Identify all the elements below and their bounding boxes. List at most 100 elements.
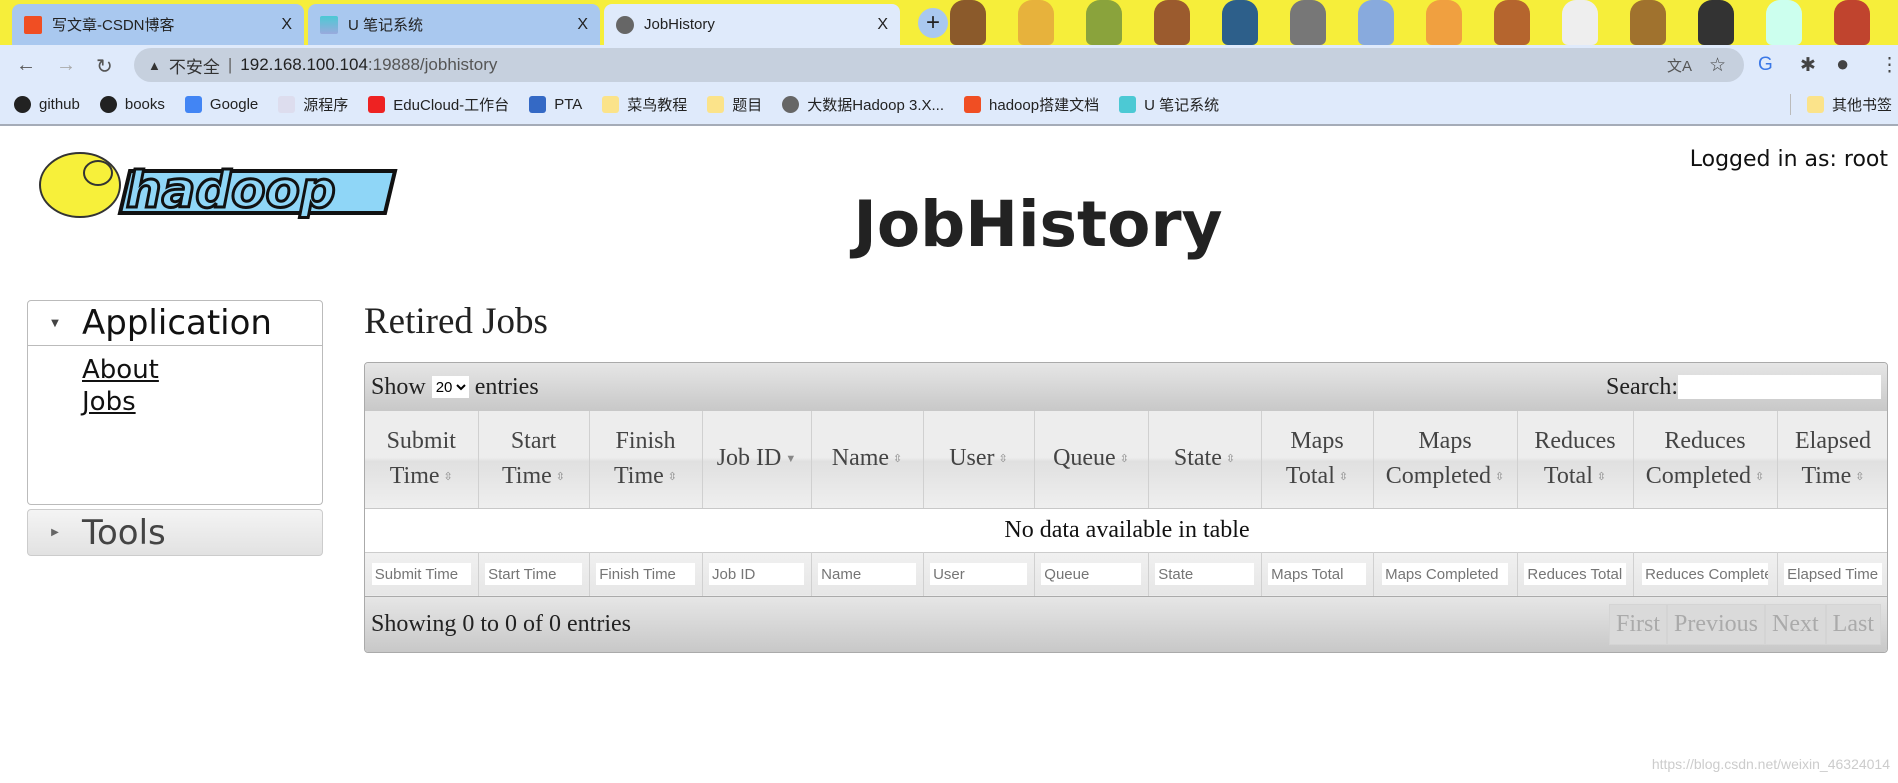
page-title: JobHistory: [853, 188, 1223, 261]
extensions-icon[interactable]: ✱: [1800, 54, 1816, 77]
filter-cell: [811, 551, 924, 596]
csdn-icon: [964, 96, 982, 113]
menu-icon[interactable]: ⋮: [1880, 54, 1898, 77]
triangle-down-icon: ▼: [51, 317, 59, 329]
bookmark-item[interactable]: books: [99, 96, 165, 113]
column-filter-input[interactable]: [708, 563, 805, 586]
bookmark-item[interactable]: 大数据Hadoop 3.X...: [782, 94, 944, 115]
google-icon: [184, 96, 202, 113]
profile-icon[interactable]: ●: [1836, 51, 1849, 77]
bookmarks-bar: github books Google 源程序 EduCloud-工作台 PTA 菜鸟教程 题…: [0, 85, 1898, 126]
column-filter-input[interactable]: [1642, 563, 1768, 586]
new-tab-button[interactable]: +: [918, 8, 948, 38]
address-bar-row: ← → ↻ ▲ 不安全 | 192.168.100.104 :19888/job…: [0, 45, 1898, 85]
sort-icon: ⇳: [1225, 453, 1236, 466]
column-filter-input[interactable]: [485, 563, 582, 586]
column-filter-input[interactable]: [596, 563, 695, 586]
bookmark-item[interactable]: 题目: [707, 94, 762, 115]
column-header[interactable]: Maps Completed ⇳: [1373, 411, 1518, 509]
column-label: Job ID: [716, 445, 782, 472]
sort-icon: ⇳: [443, 470, 453, 483]
column-header[interactable]: Finish Time ⇳: [589, 411, 703, 509]
column-filter-input[interactable]: [1382, 563, 1508, 586]
filter-cell: [1261, 551, 1374, 596]
sort-icon: ⇳: [1495, 470, 1505, 483]
theme-character: [1426, 0, 1462, 45]
bookmark-item[interactable]: Google: [184, 96, 258, 113]
column-filter-input[interactable]: [1268, 563, 1366, 586]
forward-icon[interactable]: →: [56, 54, 76, 77]
back-icon[interactable]: ←: [16, 54, 36, 77]
sort-icon: ⇳: [998, 453, 1008, 466]
column-filter-input[interactable]: [371, 563, 471, 586]
theme-character: [1834, 0, 1870, 45]
bookmark-item[interactable]: EduCloud-工作台: [368, 94, 509, 115]
pager-next-button[interactable]: Next: [1765, 604, 1826, 645]
accordion-tools[interactable]: ▶ Tools: [27, 509, 323, 556]
pagination: First Previous Next Last: [1609, 604, 1881, 645]
tab-jobhistory[interactable]: JobHistory X: [604, 4, 900, 45]
column-filter-input[interactable]: [1041, 563, 1141, 586]
theme-character: [1698, 0, 1734, 45]
theme-character: [950, 0, 986, 45]
column-header[interactable]: Elapsed Time ⇳: [1777, 411, 1887, 509]
url-field[interactable]: ▲ 不安全 | 192.168.100.104 :19888/jobhistor…: [134, 48, 1744, 82]
column-header[interactable]: Job ID ▼: [702, 411, 812, 509]
bookmark-item[interactable]: PTA: [529, 96, 582, 113]
column-header[interactable]: Maps Total ⇳: [1261, 411, 1374, 509]
theme-character: [1766, 0, 1802, 45]
page-size-select[interactable]: 20: [431, 376, 469, 398]
column-header[interactable]: Submit Time ⇳: [365, 411, 479, 509]
bookmark-item[interactable]: 菜鸟教程: [602, 94, 687, 115]
column-label: Start Time: [501, 427, 557, 489]
column-header[interactable]: Name ⇳: [811, 411, 924, 509]
column-header[interactable]: User ⇳: [923, 411, 1035, 509]
bookmark-item[interactable]: 源程序: [278, 94, 348, 115]
bookmark-item[interactable]: hadoop搭建文档: [964, 94, 1099, 115]
bookmark-item[interactable]: github: [14, 96, 80, 113]
jobs-table-wrapper: Show 20 entries Search: Submit Time ⇳ Star…: [364, 362, 1888, 653]
pager-last-button[interactable]: Last: [1825, 604, 1881, 645]
pager-previous-button[interactable]: Previous: [1667, 604, 1766, 645]
column-filter-input[interactable]: [1524, 563, 1626, 586]
pager-first-button[interactable]: First: [1609, 604, 1668, 645]
google-translate-extension-icon[interactable]: G: [1758, 54, 1773, 76]
translate-icon[interactable]: 文A: [1667, 55, 1692, 76]
accordion-application[interactable]: ▼ Application: [27, 300, 323, 346]
sort-icon: ⇳: [1855, 470, 1865, 483]
search-label: Search:: [1606, 373, 1678, 400]
theme-character: [1222, 0, 1258, 45]
column-header[interactable]: Reduces Total ⇳: [1517, 411, 1634, 509]
link-jobs[interactable]: Jobs: [82, 386, 322, 418]
column-filter-input[interactable]: [818, 563, 916, 586]
tab-notes[interactable]: U 笔记系统 X: [308, 4, 600, 45]
reload-icon[interactable]: ↻: [96, 54, 113, 79]
pta-icon: [529, 96, 547, 113]
column-filter-input[interactable]: [1155, 563, 1254, 586]
show-label: Show: [371, 373, 426, 400]
theme-character: [1290, 0, 1326, 45]
bookmark-label: PTA: [554, 96, 583, 113]
column-header[interactable]: Reduces Completed ⇳: [1633, 411, 1778, 509]
column-filter-input[interactable]: [1784, 563, 1882, 586]
close-tab-icon[interactable]: X: [281, 16, 292, 34]
bookmark-label: hadoop搭建文档: [989, 97, 1100, 114]
bookmark-item[interactable]: U 笔记系统: [1119, 94, 1219, 115]
close-tab-icon[interactable]: X: [877, 16, 888, 34]
column-filter-input[interactable]: [930, 563, 1027, 586]
column-header[interactable]: Queue ⇳: [1034, 411, 1149, 509]
watermark: https://blog.csdn.net/weixin_46324014: [1651, 756, 1890, 772]
column-header[interactable]: Start Time ⇳: [478, 411, 590, 509]
filter-cell: [1034, 551, 1149, 596]
tab-csdn[interactable]: 写文章-CSDN博客 X: [12, 4, 304, 45]
app-icon: [278, 96, 296, 113]
empty-message: No data available in table: [1004, 516, 1250, 543]
other-bookmarks[interactable]: 其他书签: [1789, 94, 1892, 115]
theme-character: [1494, 0, 1530, 45]
link-about[interactable]: About: [82, 354, 322, 386]
search-input[interactable]: [1678, 375, 1881, 399]
column-header[interactable]: State ⇳: [1148, 411, 1262, 509]
filter-cell: [589, 551, 703, 596]
close-tab-icon[interactable]: X: [577, 16, 588, 34]
star-icon[interactable]: ☆: [1709, 54, 1726, 77]
